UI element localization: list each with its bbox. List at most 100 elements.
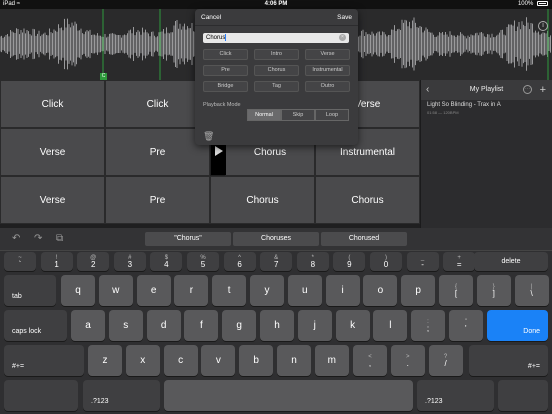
letter-key[interactable]: j — [297, 310, 332, 341]
trash-icon[interactable]: 🗑 — [203, 131, 214, 142]
letter-key[interactable]: w — [98, 275, 133, 306]
letter-key[interactable]: q — [61, 275, 95, 306]
caps-lock-key[interactable]: caps lock — [4, 310, 67, 341]
letter-key[interactable]: r — [174, 275, 209, 306]
preset-chip[interactable]: Instrumental — [305, 65, 350, 76]
letter-key[interactable]: b — [239, 345, 274, 376]
more-icon[interactable]: ··· — [523, 85, 532, 94]
letter-key[interactable]: l — [373, 310, 408, 341]
undo-icon[interactable]: ↶ — [12, 233, 20, 244]
section-edit-modal: Cancel Save Chorus × Click Intro Verse P… — [195, 9, 358, 145]
playback-mode-loop[interactable]: Loop — [315, 109, 349, 121]
number-key[interactable]: $4 — [150, 252, 183, 271]
letter-key[interactable]: d — [146, 310, 181, 341]
letter-key[interactable]: a — [71, 310, 105, 341]
pad-button[interactable]: Chorus — [210, 176, 315, 224]
redo-icon[interactable]: ↷ — [34, 233, 42, 244]
symbol-key[interactable]: ? / — [428, 345, 463, 376]
letter-key[interactable]: y — [250, 275, 284, 306]
playback-mode-skip[interactable]: Skip — [281, 109, 315, 121]
number-key[interactable]: ! 1 — [40, 252, 73, 271]
paste-icon[interactable]: ⧉ — [56, 233, 63, 244]
key-glyph: ] — [492, 288, 495, 298]
done-key[interactable]: Done — [487, 310, 548, 341]
symbol-key[interactable]: }] — [476, 275, 511, 306]
tab-key[interactable]: tab — [4, 275, 56, 306]
preset-chip[interactable]: Click — [203, 49, 248, 60]
preset-chip[interactable]: Pre — [203, 65, 248, 76]
pad-button[interactable]: Chorus — [315, 176, 420, 224]
number-key[interactable]: * 8 — [296, 252, 329, 271]
preset-chip[interactable]: Verse — [305, 49, 350, 60]
cancel-button[interactable]: Cancel — [201, 9, 221, 26]
playlist-song-title[interactable]: Light So Blinding - Trax in A — [427, 102, 501, 108]
letter-key[interactable]: i — [325, 275, 360, 306]
delete-key[interactable]: delete — [474, 252, 548, 271]
numbers-key-left[interactable]: .?123 — [83, 380, 160, 411]
space-key[interactable] — [164, 380, 413, 411]
letter-key[interactable]: t — [212, 275, 247, 306]
shift-left-key[interactable]: #+= — [4, 345, 84, 376]
shift-right-key[interactable]: #+= — [469, 345, 548, 376]
dismiss-keyboard-key[interactable] — [498, 380, 548, 411]
section-name-input[interactable]: Chorus × — [203, 33, 349, 43]
suggestion-item[interactable]: "Chorus" — [145, 232, 231, 246]
add-icon[interactable]: + — [540, 80, 546, 100]
letter-key[interactable]: h — [260, 310, 294, 341]
pad-button[interactable]: Verse — [0, 176, 105, 224]
number-key[interactable]: % 5 — [187, 252, 219, 271]
number-key[interactable]: #3 — [113, 252, 146, 271]
number-key[interactable]: ^ 6 — [223, 252, 256, 271]
number-key[interactable]: (9 — [333, 252, 366, 271]
letter-key[interactable]: z — [88, 345, 122, 376]
playback-mode-normal[interactable]: Normal — [247, 109, 281, 121]
symbol-key[interactable]: | \ — [514, 275, 549, 306]
number-key[interactable]: ~ ` — [4, 252, 36, 271]
onscreen-keyboard: ↶ ↷ ⧉ "Chorus" Choruses Chorused delete … — [0, 228, 552, 414]
letter-key[interactable]: u — [287, 275, 322, 306]
number-key[interactable]: + = — [443, 252, 476, 271]
symbol-key[interactable]: :; — [411, 310, 445, 341]
playlist-song-meta: 01:58 — 120BPM — [427, 110, 459, 115]
pad-button[interactable]: Pre — [105, 176, 210, 224]
preset-chip[interactable]: Bridge — [203, 81, 248, 92]
number-key[interactable]: & 7 — [260, 252, 293, 271]
pad-button[interactable]: Click — [0, 80, 105, 128]
section-marker[interactable]: C — [100, 73, 107, 80]
number-key[interactable]: @2 — [77, 252, 110, 271]
preset-chip[interactable]: Tag — [254, 81, 299, 92]
letter-key[interactable]: m — [314, 345, 349, 376]
suggestion-item[interactable]: Choruses — [233, 232, 319, 246]
key-glyph: [ — [454, 288, 458, 298]
letter-key[interactable]: v — [201, 345, 236, 376]
symbol-key[interactable]: >. — [390, 345, 425, 376]
number-key[interactable]: ) 0 — [370, 252, 402, 271]
symbol-key[interactable]: {[ — [439, 275, 473, 306]
info-icon[interactable]: i — [538, 21, 548, 31]
save-button[interactable]: Save — [337, 9, 352, 26]
playback-mode-label: Playback Mode — [203, 102, 241, 108]
letter-key[interactable]: o — [363, 275, 398, 306]
letter-key[interactable]: k — [335, 310, 370, 341]
pad-button[interactable]: Verse — [0, 128, 105, 176]
letter-key[interactable]: x — [125, 345, 160, 376]
number-key[interactable]: _ - — [406, 252, 439, 271]
letter-key[interactable]: p — [401, 275, 436, 306]
letter-key[interactable]: c — [163, 345, 198, 376]
globe-key[interactable] — [4, 380, 78, 411]
letter-key[interactable]: n — [277, 345, 311, 376]
back-chevron-icon[interactable]: ‹ — [426, 80, 429, 100]
preset-chip[interactable]: Outro — [305, 81, 350, 92]
suggestion-item[interactable]: Chorused — [321, 232, 407, 246]
key-glyph: ' — [465, 323, 467, 333]
letter-key[interactable]: f — [184, 310, 219, 341]
clear-icon[interactable]: × — [339, 34, 346, 41]
letter-key[interactable]: e — [136, 275, 171, 306]
preset-chip[interactable]: Chorus — [254, 65, 299, 76]
letter-key[interactable]: s — [108, 310, 143, 341]
symbol-key[interactable]: " ' — [448, 310, 483, 341]
letter-key[interactable]: g — [222, 310, 257, 341]
preset-chip[interactable]: Intro — [254, 49, 299, 60]
numbers-key-right[interactable]: .?123 — [417, 380, 494, 411]
symbol-key[interactable]: <, — [353, 345, 387, 376]
